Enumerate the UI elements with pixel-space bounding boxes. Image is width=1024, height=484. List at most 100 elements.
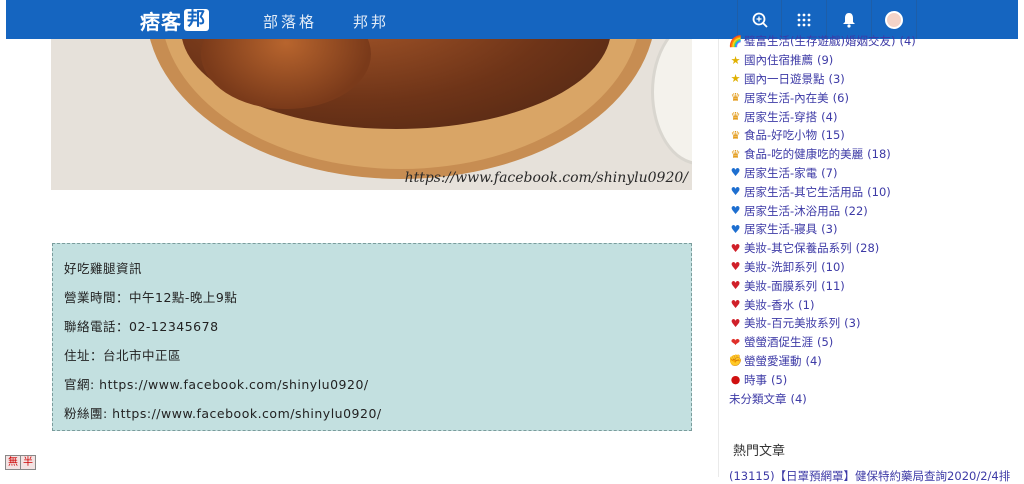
category-label: 食品-好吃小物 — [744, 128, 818, 143]
category-item[interactable]: ♥ 美妝-百元美妝系列 (3) — [729, 314, 916, 333]
heart-ribbon-icon: ❤ — [730, 335, 741, 349]
category-item[interactable]: ♥ 美妝-洗卸系列 (10) — [729, 258, 916, 277]
category-label: 居家生活-穿搭 — [744, 109, 818, 124]
category-item[interactable]: ★ 國內一日遊景點 (3) — [729, 70, 916, 89]
info-fanpage: 粉絲團: https://www.facebook.com/shinylu092… — [64, 406, 382, 421]
category-count: (9) — [817, 53, 834, 68]
category-count: (1) — [798, 297, 815, 312]
category-count: (11) — [821, 278, 845, 293]
category-item[interactable]: ♥ 居家生活-沐浴用品 (22) — [729, 201, 916, 220]
nav-blog-link[interactable]: 部落格 — [263, 11, 317, 32]
blue-heart-icon: ♥ — [730, 166, 741, 180]
category-label: 美妝-其它保養品系列 — [744, 241, 852, 256]
category-item[interactable]: ★ 國內住宿推薦 (9) — [729, 51, 916, 70]
category-label: 居家生活-沐浴用品 — [744, 203, 841, 218]
category-item[interactable]: ❤ 螢螢酒促生涯 (5) — [729, 333, 916, 352]
category-item[interactable]: ♛ 居家生活-內在美 (6) — [729, 88, 916, 107]
restaurant-info-box: 好吃雞腿資訊 營業時間：中午12點-晚上9點 聯絡電話：02-12345678 … — [52, 243, 692, 431]
category-item[interactable]: ♛ 居家生活-穿搭 (4) — [729, 107, 916, 126]
blue-heart-icon: ♥ — [730, 204, 741, 218]
muscle-icon: ✊ — [728, 354, 743, 368]
category-label: 居家生活-寢具 — [744, 222, 818, 237]
category-item[interactable]: ♥ 美妝-香水 (1) — [729, 295, 916, 314]
category-item[interactable]: ♛ 食品-好吃小物 (15) — [729, 126, 916, 145]
category-item[interactable]: 未分類文章 (4) — [729, 389, 916, 408]
crown-icon: ♛ — [730, 110, 741, 124]
bell-icon — [843, 12, 855, 28]
info-website: 官網: https://www.facebook.com/shinylu0920… — [64, 377, 369, 392]
category-count: (4) — [805, 353, 822, 368]
category-label: 螢螢酒促生涯 — [744, 335, 813, 350]
blue-heart-icon: ♥ — [730, 185, 741, 199]
red-heart-icon: ♥ — [730, 279, 741, 293]
red-heart-icon: ♥ — [730, 298, 741, 312]
photo-watermark: https://www.facebook.com/shinylu0920/ — [404, 170, 688, 186]
category-count: (7) — [821, 165, 838, 180]
category-count: (18) — [867, 147, 891, 162]
hot-article-link[interactable]: (13115)【日罩預網罩】健保特約藥局查詢2020/2/4排 — [729, 468, 1019, 484]
logo-box: 邦 — [184, 9, 209, 31]
crown-icon: ♛ — [730, 128, 741, 142]
category-label: 國內住宿推薦 — [744, 53, 813, 68]
category-label: 美妝-洗卸系列 — [744, 259, 818, 274]
category-label: 時事 — [744, 372, 767, 387]
category-label: 美妝-香水 — [744, 297, 795, 312]
category-item[interactable]: ♥ 居家生活-其它生活用品 (10) — [729, 182, 916, 201]
crown-icon: ♛ — [730, 147, 741, 161]
article-photo: https://www.facebook.com/shinylu0920/ — [51, 39, 692, 190]
category-label: 美妝-面膜系列 — [744, 278, 818, 293]
category-count: (3) — [844, 316, 861, 331]
halfwidth-toggle-button[interactable]: 半 — [20, 455, 36, 470]
fullwidth-toggle-button[interactable]: 無 — [5, 455, 21, 470]
category-count: (3) — [821, 222, 838, 237]
category-label: 美妝-百元美妝系列 — [744, 316, 841, 331]
category-item[interactable]: ✊ 螢螢愛運動 (4) — [729, 352, 916, 371]
category-label: 螢螢愛運動 — [744, 353, 802, 368]
category-count: (6) — [832, 90, 849, 105]
info-hours: 營業時間：中午12點-晚上9點 — [64, 290, 238, 305]
category-item[interactable]: ● 時事 (5) — [729, 370, 916, 389]
category-label: 居家生活-其它生活用品 — [744, 184, 864, 199]
category-count: (5) — [817, 335, 834, 350]
category-label: 璧富生活(生存遊戲)婚姻交友) — [744, 34, 896, 49]
blue-heart-icon: ♥ — [730, 222, 741, 236]
category-item[interactable]: ♥ 美妝-其它保養品系列 (28) — [729, 239, 916, 258]
category-count: (5) — [771, 372, 788, 387]
rainbow-icon: 🌈 — [728, 34, 743, 48]
info-phone: 聯絡電話：02-12345678 — [64, 319, 219, 334]
star-icon: ★ — [730, 53, 741, 67]
category-item[interactable]: ♛ 食品-吃的健康吃的美麗 (18) — [729, 145, 916, 164]
avatar — [885, 10, 903, 29]
category-item[interactable]: 🌈 璧富生活(生存遊戲)婚姻交友) (4) — [729, 32, 916, 51]
crown-icon: ♛ — [730, 91, 741, 105]
category-item[interactable]: ♥ 居家生活-家電 (7) — [729, 164, 916, 183]
apps-grid-icon — [797, 13, 811, 26]
category-label: 未分類文章 — [729, 391, 787, 406]
red-heart-icon: ♥ — [730, 316, 741, 330]
logo-text: 痞客 — [140, 9, 182, 34]
category-label: 居家生活-家電 — [744, 165, 818, 180]
category-item[interactable]: ♥ 美妝-面膜系列 (11) — [729, 276, 916, 295]
category-count: (28) — [855, 241, 880, 256]
info-title: 好吃雞腿資訊 — [64, 261, 143, 276]
red-circle-icon: ● — [730, 373, 741, 387]
red-heart-icon: ♥ — [730, 241, 741, 255]
nav-bang-link[interactable]: 邦邦 — [353, 11, 389, 32]
pixnet-logo[interactable]: 痞客邦 — [140, 8, 209, 34]
side-dish — [651, 39, 692, 165]
hot-articles-title: 熱門文章 — [733, 444, 786, 459]
category-count: (4) — [790, 391, 807, 406]
category-list: 🌈 璧富生活(生存遊戲)婚姻交友) (4) ★ 國內住宿推薦 (9) ★ 國內一日遊景點 (3)… — [729, 32, 916, 408]
category-item[interactable]: ♥ 居家生活-寢具 (3) — [729, 220, 916, 239]
red-heart-icon: ♥ — [730, 260, 741, 274]
category-count: (10) — [821, 259, 845, 274]
category-count: (15) — [821, 128, 845, 143]
category-count: (3) — [828, 71, 845, 86]
category-label: 國內一日遊景點 — [744, 71, 825, 86]
sidebar-divider — [718, 39, 719, 477]
search-icon — [752, 12, 768, 28]
category-count: (10) — [867, 184, 891, 199]
category-count: (4) — [899, 34, 916, 49]
category-label: 居家生活-內在美 — [744, 90, 829, 105]
category-count: (4) — [821, 109, 838, 124]
